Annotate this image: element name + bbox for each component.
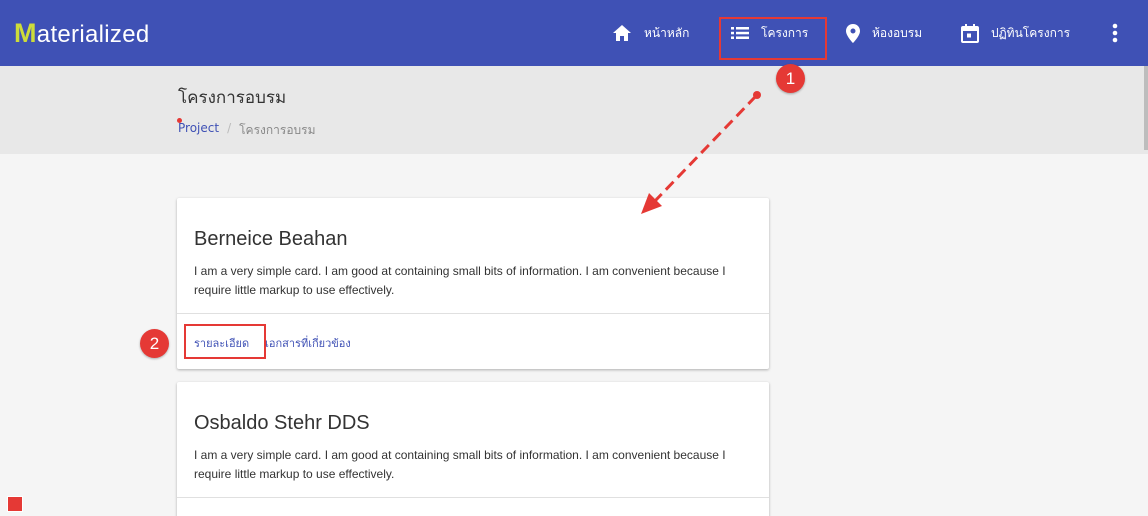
nav-item-calendar[interactable]: ปฏิทินโครงการ xyxy=(961,0,1070,66)
related-documents-link[interactable]: เอกสารที่เกี่ยวข้อง xyxy=(265,334,351,352)
nav-item-rooms[interactable]: ห้องอบรม xyxy=(846,0,922,66)
card-text: I am a very simple card. I am good at co… xyxy=(194,264,726,297)
nav-rooms-label: ห้องอบรม xyxy=(872,25,923,40)
brand-logo[interactable]: Materialized xyxy=(14,18,150,49)
card-divider xyxy=(177,313,769,314)
card-title: Osbaldo Stehr DDS xyxy=(194,412,370,434)
step-badge-1: 1 xyxy=(776,64,805,93)
more-vert-icon xyxy=(1112,23,1118,43)
annotation-dot xyxy=(177,118,182,123)
nav-item-home[interactable]: หน้าหลัก xyxy=(612,0,689,66)
highlight-box-details xyxy=(184,324,266,359)
step-badge-2: 2 xyxy=(140,329,169,358)
top-navbar: Materialized หน้าหลัก โครงการ ห้องอบรม ป… xyxy=(0,0,1148,66)
card-title: Berneice Beahan xyxy=(194,228,348,250)
nav-calendar-label: ปฏิทินโครงการ xyxy=(991,25,1071,40)
card-text: I am a very simple card. I am good at co… xyxy=(194,448,726,481)
breadcrumb-separator: / xyxy=(227,121,232,135)
nav-home-label: หน้าหลัก xyxy=(644,25,690,40)
card-divider xyxy=(177,497,769,498)
calendar-icon xyxy=(961,23,979,43)
highlight-box-projects xyxy=(719,17,827,60)
page-header xyxy=(0,66,1148,154)
breadcrumb: Project / โครงการอบรม xyxy=(177,118,316,140)
extension-icon[interactable] xyxy=(7,496,23,512)
page-title: โครงการอบรม xyxy=(178,88,287,108)
more-menu-button[interactable] xyxy=(1112,0,1118,66)
project-card: Osbaldo Stehr DDS I am a very simple car… xyxy=(177,382,769,516)
breadcrumb-project-link[interactable]: Project xyxy=(177,118,219,140)
breadcrumb-current: โครงการอบรม xyxy=(239,123,316,137)
home-icon xyxy=(613,25,631,41)
scrollbar[interactable] xyxy=(1144,66,1148,150)
location-pin-icon xyxy=(846,23,860,43)
